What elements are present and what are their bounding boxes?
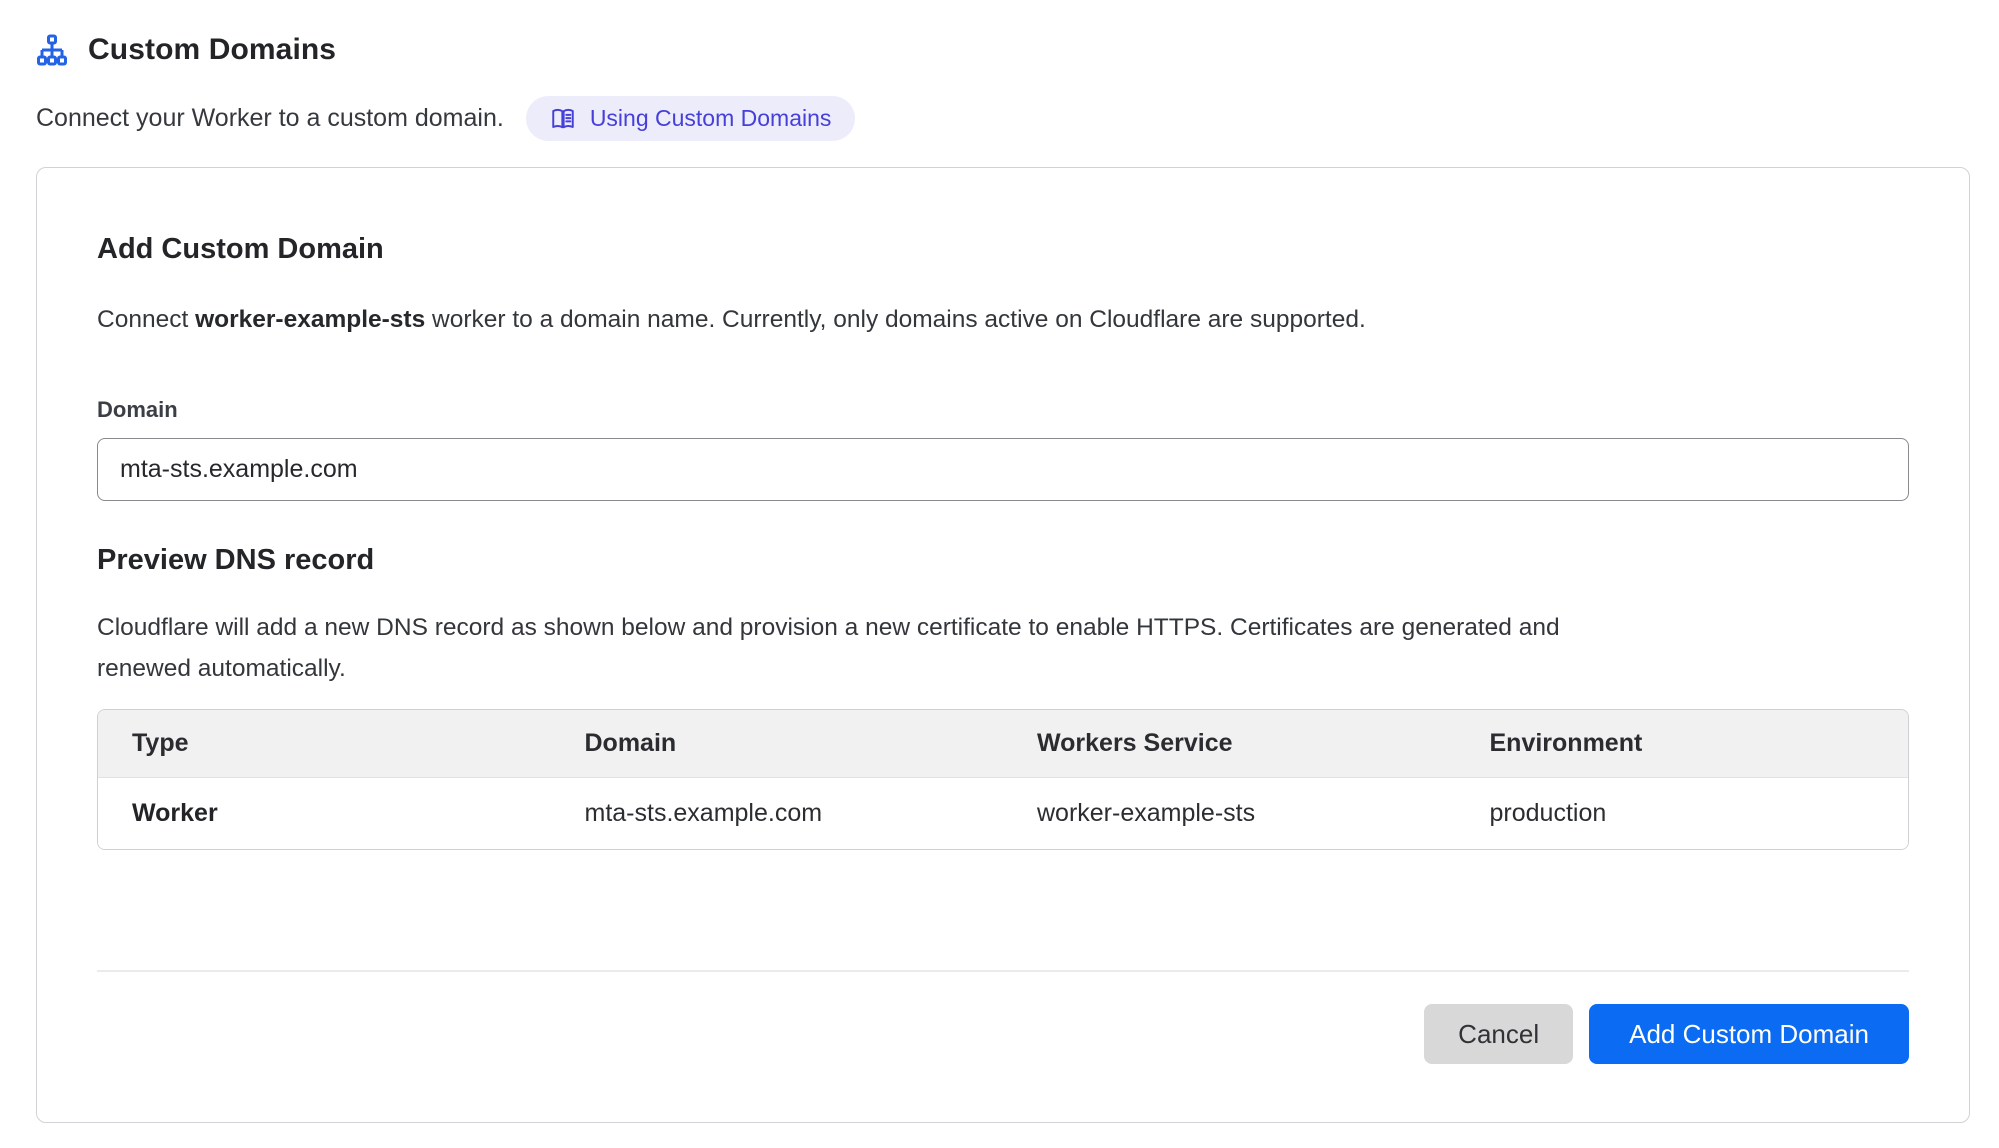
intro-prefix: Connect <box>97 306 195 333</box>
cell-workers-service: worker-example-sts <box>1003 778 1456 850</box>
docs-link-label: Using Custom Domains <box>590 105 832 132</box>
card-heading: Add Custom Domain <box>97 230 1909 268</box>
table-header-row: Type Domain Workers Service Environment <box>98 710 1908 778</box>
card-intro-text: Connect worker-example-sts worker to a d… <box>97 304 1909 336</box>
table-row: Worker mta-sts.example.com worker-exampl… <box>98 778 1908 850</box>
page-subtitle: Connect your Worker to a custom domain. <box>36 96 504 141</box>
sitemap-icon <box>36 34 68 66</box>
preview-dns-description: Cloudflare will add a new DNS record as … <box>97 607 1587 689</box>
intro-suffix: worker to a domain name. Currently, only… <box>425 306 1366 333</box>
card-actions: Cancel Add Custom Domain <box>97 1004 1909 1064</box>
docs-link-badge[interactable]: Using Custom Domains <box>526 96 856 141</box>
worker-name: worker-example-sts <box>195 306 425 333</box>
cell-environment: production <box>1456 778 1909 850</box>
add-custom-domain-button[interactable]: Add Custom Domain <box>1589 1004 1909 1064</box>
column-header-workers-service: Workers Service <box>1003 710 1456 778</box>
preview-dns-heading: Preview DNS record <box>97 541 1909 579</box>
custom-domains-page: Custom Domains Connect your Worker to a … <box>0 0 1999 1123</box>
domain-field-label: Domain <box>97 396 1909 424</box>
column-header-type: Type <box>98 710 551 778</box>
open-book-icon <box>550 106 576 132</box>
page-header: Custom Domains <box>36 32 1970 68</box>
cell-domain: mta-sts.example.com <box>551 778 1004 850</box>
add-custom-domain-card: Add Custom Domain Connect worker-example… <box>36 167 1970 1123</box>
page-title: Custom Domains <box>88 32 336 68</box>
page-subtitle-row: Connect your Worker to a custom domain. … <box>36 96 1970 141</box>
column-header-environment: Environment <box>1456 710 1909 778</box>
dns-preview-table: Type Domain Workers Service Environment … <box>97 709 1909 850</box>
footer-divider <box>97 970 1909 972</box>
column-header-domain: Domain <box>551 710 1004 778</box>
domain-input[interactable] <box>97 438 1909 501</box>
cancel-button[interactable]: Cancel <box>1424 1004 1573 1064</box>
cell-type: Worker <box>98 778 551 850</box>
